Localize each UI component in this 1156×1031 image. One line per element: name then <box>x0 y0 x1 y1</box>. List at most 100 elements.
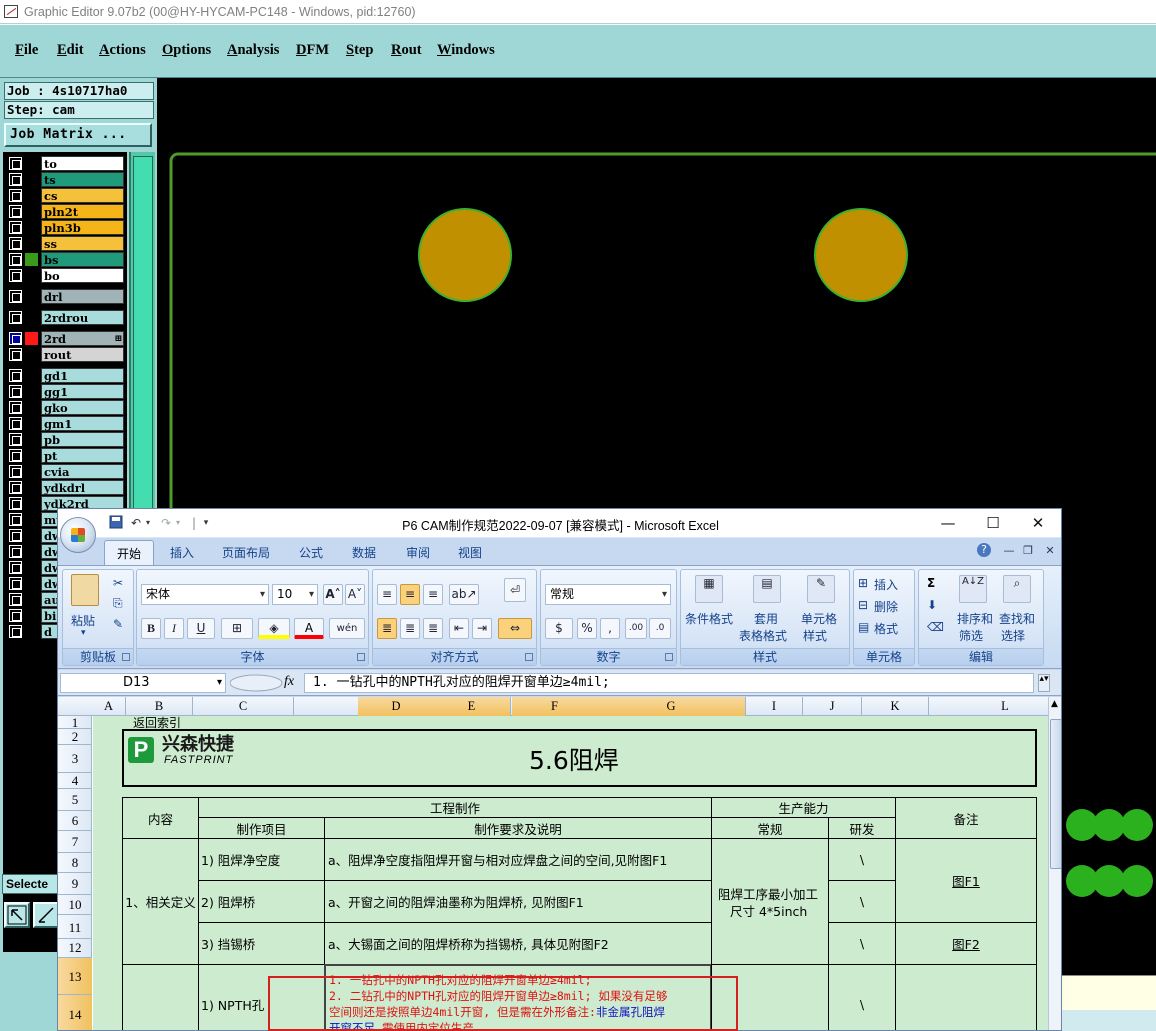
row-header-9[interactable]: 9 <box>58 873 92 895</box>
sort-filter-button-line2[interactable]: 筛选 <box>959 627 983 644</box>
vertical-scroll-thumb[interactable] <box>1050 719 1061 869</box>
link-figure-f1[interactable]: 图F1 <box>895 838 1037 923</box>
layer-checkbox[interactable] <box>9 173 22 186</box>
layer-name[interactable]: bs <box>41 252 124 267</box>
layer-checkbox[interactable] <box>9 433 22 446</box>
tab-view[interactable]: 视图 <box>458 544 482 561</box>
align-center-icon[interactable]: ≣ <box>400 618 420 639</box>
fill-color-icon[interactable]: ◈ <box>258 618 290 639</box>
increase-indent-icon[interactable]: ⇥ <box>472 618 492 639</box>
layer-name[interactable]: ss <box>41 236 124 251</box>
layer-affect-marker[interactable] <box>25 173 38 186</box>
layer-affect-marker[interactable] <box>25 481 38 494</box>
layer-name[interactable]: ts <box>41 172 124 187</box>
layer-checkbox[interactable] <box>9 481 22 494</box>
layer-checkbox[interactable] <box>9 593 22 606</box>
column-header-D[interactable]: D <box>358 697 435 716</box>
layer-affect-marker[interactable] <box>25 205 38 218</box>
layer-affect-marker[interactable] <box>25 513 38 526</box>
layer-affect-marker[interactable] <box>25 189 38 202</box>
layer-name[interactable]: gd1 <box>41 368 124 383</box>
layer-expand-icon[interactable]: ⊞ <box>114 332 122 346</box>
layer-checkbox[interactable] <box>9 157 22 170</box>
cell-style-button-line1[interactable]: 单元格 <box>801 610 837 627</box>
row-header-1[interactable]: 1 <box>58 716 92 729</box>
layer-checkbox[interactable] <box>9 625 22 638</box>
layer-checkbox[interactable] <box>9 332 22 345</box>
copy-icon[interactable]: ⎘ <box>113 596 123 611</box>
layer-name[interactable]: gm1 <box>41 416 124 431</box>
layer-affect-marker[interactable] <box>25 157 38 170</box>
menu-rout[interactable]: Rout <box>391 42 422 59</box>
italic-icon[interactable]: I <box>164 618 184 639</box>
tab-data[interactable]: 数据 <box>352 544 376 561</box>
layer-checkbox[interactable] <box>9 253 22 266</box>
layer-checkbox[interactable] <box>9 401 22 414</box>
increase-decimal-icon[interactable]: .00 <box>625 618 647 639</box>
layer-affect-marker[interactable] <box>25 385 38 398</box>
layer-checkbox[interactable] <box>9 529 22 542</box>
layer-checkbox[interactable] <box>9 369 22 382</box>
layer-checkbox[interactable] <box>9 417 22 430</box>
dialog-launcher-icon[interactable] <box>122 653 130 661</box>
underline-icon[interactable]: U <box>187 618 215 639</box>
layer-affect-marker[interactable] <box>25 332 38 345</box>
menu-dfm[interactable]: DFM <box>296 42 329 59</box>
layer-affect-marker[interactable] <box>25 401 38 414</box>
insert-function-icon[interactable]: fx <box>284 674 294 690</box>
cell-style-button-line2[interactable]: 样式 <box>803 627 827 644</box>
layer-name[interactable]: gg1 <box>41 384 124 399</box>
layer-checkbox[interactable] <box>9 269 22 282</box>
layer-affect-marker[interactable] <box>25 221 38 234</box>
layer-affect-marker[interactable] <box>25 545 38 558</box>
layer-affect-marker[interactable] <box>25 609 38 622</box>
layer-affect-marker[interactable] <box>25 369 38 382</box>
fill-icon[interactable]: ⬇ <box>927 598 937 612</box>
phonetic-icon[interactable]: wén <box>329 618 365 639</box>
tab-insert[interactable]: 插入 <box>170 544 194 561</box>
formula-expand-icon[interactable]: ▴▾ <box>1038 674 1050 692</box>
align-bottom-icon[interactable]: ≡ <box>423 584 443 605</box>
accounting-format-icon[interactable]: $ <box>545 618 573 639</box>
align-top-icon[interactable]: ≡ <box>377 584 397 605</box>
minimize-button[interactable]: — <box>926 511 970 535</box>
layer-checkbox[interactable] <box>9 385 22 398</box>
layer-affect-marker[interactable] <box>25 529 38 542</box>
format-painter-icon[interactable]: ✎ <box>113 617 123 631</box>
layer-affect-marker[interactable] <box>25 348 38 361</box>
help-icon[interactable]: ? <box>977 543 991 557</box>
layer-affect-marker[interactable] <box>25 561 38 574</box>
layer-checkbox[interactable] <box>9 449 22 462</box>
merge-center-icon[interactable]: ⇔ <box>498 618 532 639</box>
font-color-icon[interactable]: A <box>294 618 324 639</box>
layer-affect-marker[interactable] <box>25 449 38 462</box>
table-format-button-line1[interactable]: 套用 <box>754 610 778 627</box>
close-button[interactable]: ✕ <box>1016 511 1060 535</box>
layer-name[interactable]: bo <box>41 268 124 283</box>
layer-name[interactable]: cvia <box>41 464 124 479</box>
row-header-14[interactable]: 14 <box>58 995 92 1030</box>
row-header-4[interactable]: 4 <box>58 773 92 789</box>
customize-qat-icon[interactable]: ▾ <box>198 515 214 531</box>
dialog-launcher-icon[interactable] <box>357 653 365 661</box>
layer-name[interactable]: to <box>41 156 124 171</box>
link-figure-f2[interactable]: 图F2 <box>895 922 1037 965</box>
format-cells-button[interactable]: 格式 <box>874 620 898 637</box>
name-box[interactable]: D13 <box>60 673 226 693</box>
bold-icon[interactable]: B <box>141 618 161 639</box>
paste-button[interactable]: 粘贴 <box>71 612 95 629</box>
layer-name[interactable]: ydkdrl <box>41 480 124 495</box>
layer-affect-marker[interactable] <box>25 253 38 266</box>
menu-file[interactable]: File <box>15 42 38 59</box>
layer-affect-marker[interactable] <box>25 290 38 303</box>
sort-filter-icon[interactable]: A↓Z <box>959 575 987 603</box>
layer-checkbox[interactable] <box>9 311 22 324</box>
back-to-index-link[interactable]: 返回索引 <box>133 716 181 730</box>
menu-actions[interactable]: Actions <box>99 42 146 59</box>
redo-dropdown-icon[interactable]: ▾ <box>170 515 186 531</box>
layer-checkbox[interactable] <box>9 348 22 361</box>
layer-name[interactable]: pb <box>41 432 124 447</box>
scroll-up-icon[interactable]: ▲ <box>1051 699 1058 709</box>
borders-icon[interactable]: ⊞ <box>221 618 253 639</box>
number-format-combo[interactable]: 常规 <box>545 584 671 605</box>
